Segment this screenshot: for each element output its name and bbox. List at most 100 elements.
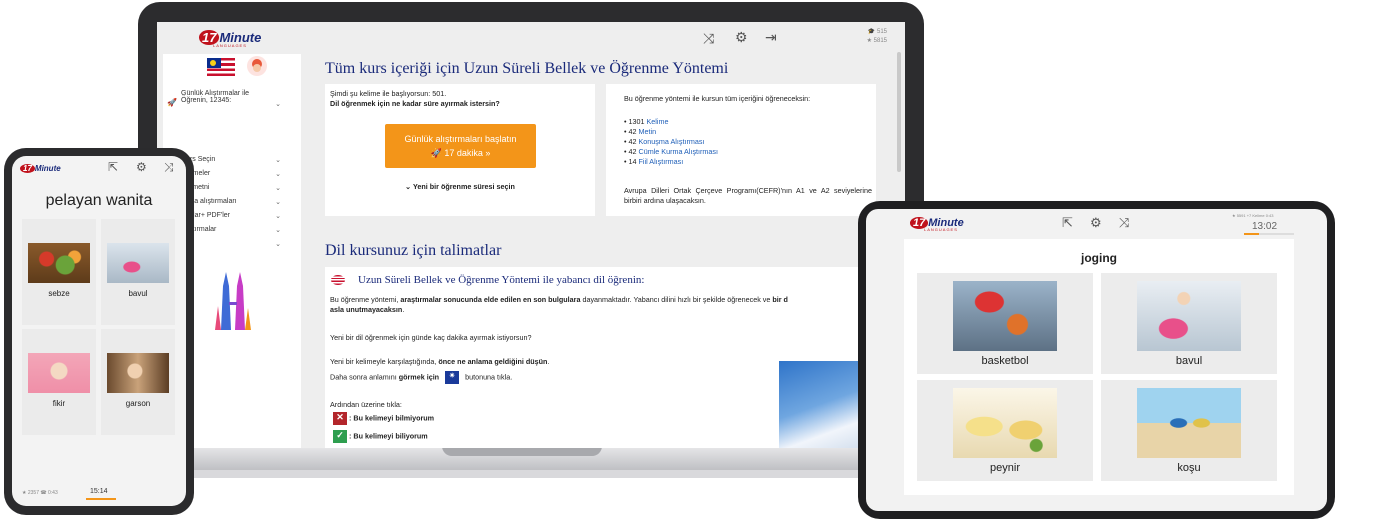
cheese-image [953, 388, 1057, 458]
list-item: • 14 Fiil Alıştırması [624, 157, 684, 166]
content-intro: Bu öğrenme yöntemi ile kursun tüm içeriğ… [624, 94, 811, 103]
rocket-icon: 🚀 [430, 148, 442, 158]
tile-label: sebze [48, 289, 70, 298]
sentence-link[interactable]: Cümle Kurma Alıştırması [639, 147, 718, 156]
speaking-link[interactable]: Konuşma Alıştırması [639, 137, 705, 146]
daily-start-card: Şimdi şu kelime ile başlıyorsun: 501. Di… [325, 84, 595, 216]
instructions-paragraph-5: Ardından üzerine tıkla: [330, 400, 402, 409]
top-bar: 17 Minute LANGUAGES ⤨ ⚙ ⇥ 🎓 515 ★ 5815 [157, 22, 905, 54]
start-daily-button[interactable]: Günlük alıştırmaları başlatın 🚀 17 dakik… [385, 124, 536, 168]
instructions-title: Dil kursunuz için talimatlar [325, 242, 502, 259]
cefr-text: Avrupa Dilleri Ortak Çerçeve Programı(CE… [624, 186, 872, 205]
laptop-screen: 17 Minute LANGUAGES ⤨ ⚙ ⇥ 🎓 515 ★ 5815 🚀 … [157, 22, 905, 448]
laptop-shadow [180, 470, 880, 478]
petronas-towers-illustration [215, 272, 251, 330]
list-item: • 1301 Kelime [624, 117, 669, 126]
tile-label: fikir [52, 399, 66, 408]
timer-progress [1244, 233, 1259, 235]
tile-label: garson [125, 399, 151, 408]
know-row: ✓ : Bu kelimeyi biliyorum [333, 430, 428, 443]
answer-tile[interactable]: peynir [917, 380, 1093, 481]
close-icon[interactable]: ✕ [333, 412, 347, 425]
sidebar-item-label: Günlük Alıştırmalar ile Öğrenin, 12345: [181, 90, 250, 104]
rocket-icon: 🚀 [167, 98, 177, 107]
answer-tile[interactable]: garson [101, 329, 175, 435]
chevron-down-icon: ⌄ [275, 101, 281, 108]
timer-progress [86, 498, 116, 500]
app-logo[interactable]: 17 Minute [20, 164, 61, 173]
phone-stats: ★ 2357 ☎ 0:43 [22, 490, 58, 496]
words-link[interactable]: Kelime [647, 117, 669, 126]
time-question: Dil öğrenmek için ne kadar süre ayırmak … [330, 99, 500, 108]
target-word: joging [1081, 251, 1117, 265]
button-duration: 17 dakika » [444, 148, 491, 158]
shuffle-off-icon[interactable]: ⤨ [703, 30, 714, 47]
button-label: Günlük alıştırmaları başlatın [404, 134, 517, 144]
phone-timer: 15:14 [90, 488, 108, 495]
exit-run-icon[interactable]: ⇱ [1062, 215, 1073, 231]
answer-tile[interactable]: basketbol [917, 273, 1093, 374]
logout-icon[interactable]: ⇥ [765, 29, 777, 46]
idea-image [28, 353, 90, 393]
shuffle-off-icon[interactable]: ⤨ [1119, 215, 1129, 231]
gear-icon[interactable]: ⚙ [1090, 215, 1102, 231]
waiter-image [107, 353, 169, 393]
texts-link[interactable]: Metin [639, 127, 657, 136]
chevron-down-icon: ⌄ [275, 241, 281, 248]
page-title: Tüm kurs içeriği için Uzun Süreli Bellek… [325, 60, 729, 77]
scrollbar[interactable] [897, 52, 901, 172]
malaysia-flag-icon[interactable] [207, 58, 235, 76]
tile-label: basketbol [981, 355, 1029, 367]
gear-icon[interactable]: ⚙ [735, 29, 748, 46]
chevron-down-icon: ⌄ [275, 227, 281, 234]
app-logo[interactable]: 17 Minute LANGUAGES [199, 30, 261, 48]
dont-know-row: ✕ : Bu kelimeyi bilmiyorum [333, 412, 434, 425]
tile-label: bavul [128, 289, 148, 298]
avatar[interactable] [247, 56, 267, 76]
tablet-timer: 13:02 [1252, 221, 1278, 232]
shuffle-off-icon[interactable]: ⤨ [164, 160, 174, 175]
course-content-card: Bu öğrenme yöntemi ile kursun tüm içeriğ… [606, 84, 876, 216]
instructions-heading: Uzun Süreli Bellek ve Öğrenme Yöntemi il… [358, 274, 645, 286]
malaysia-flag-icon [331, 275, 345, 285]
tile-label: bavul [1175, 355, 1203, 367]
basketball-image [953, 281, 1057, 351]
chevron-down-icon: ⌄ [275, 157, 281, 164]
chevron-down-icon: ⌄ [275, 199, 281, 206]
vegetables-image [28, 243, 90, 283]
course-stat: 🎓 515 [867, 29, 887, 35]
sky-photo [779, 361, 869, 448]
check-icon[interactable]: ✓ [333, 430, 347, 443]
start-word-text: Şimdi şu kelime ile başlıyorsun: 501. [330, 89, 447, 98]
list-item: • 42 Metin [624, 127, 657, 136]
instructions-paragraph-4: Daha sonra anlamını görmek için ✷ butonu… [330, 371, 512, 384]
tile-label: peynir [990, 462, 1020, 474]
answer-tile[interactable]: bavul [101, 219, 175, 325]
timer-track [1244, 233, 1294, 235]
quiz-panel: joging basketbol bavul peynir koşu [904, 239, 1294, 495]
stats-box: 🎓 515 ★ 5815 [863, 28, 887, 46]
chevron-down-icon: ⌄ [275, 213, 281, 220]
answer-tile[interactable]: koşu [1101, 380, 1277, 481]
sidebar-item-daily[interactable]: 🚀 Günlük Alıştırmalar ile Öğrenin, 12345… [167, 90, 295, 108]
instructions-paragraph-1: Bu öğrenme yöntemi, araştırmalar sonucun… [330, 295, 788, 314]
answer-tile[interactable]: fikir [22, 329, 96, 435]
answer-tile[interactable]: bavul [1101, 273, 1277, 374]
list-item: • 42 Cümle Kurma Alıştırması [624, 147, 718, 156]
gear-icon[interactable]: ⚙ [136, 160, 147, 174]
instructions-paragraph-3: Yeni bir kelimeyle karşılaştığında, önce… [330, 357, 550, 366]
app-logo[interactable]: 17 Minute LANGUAGES [910, 217, 964, 232]
suitcase-image [1137, 281, 1241, 351]
phone-screen: 17 Minute ⇱ ⚙ ⤨ pelayan wanita sebze bavu… [12, 156, 186, 506]
choose-time-link[interactable]: ⌄ Yeni bir öğrenme süresi seçin [325, 182, 595, 192]
answer-tile[interactable]: sebze [22, 219, 96, 325]
content-list: • 1301 Kelime • 42 Metin • 42 Konuşma Al… [624, 117, 718, 167]
chevron-down-icon: ⌄ [275, 171, 281, 178]
tile-label: koşu [1177, 462, 1201, 474]
chevron-down-icon: ⌄ [405, 182, 412, 191]
target-word: pelayan wanita [45, 192, 153, 209]
lightbulb-icon[interactable]: ✷ [445, 371, 460, 384]
verb-link[interactable]: Fiil Alıştırması [639, 157, 684, 166]
exit-run-icon[interactable]: ⇱ [108, 160, 118, 174]
instructions-card: Uzun Süreli Bellek ve Öğrenme Yöntemi il… [325, 267, 905, 448]
